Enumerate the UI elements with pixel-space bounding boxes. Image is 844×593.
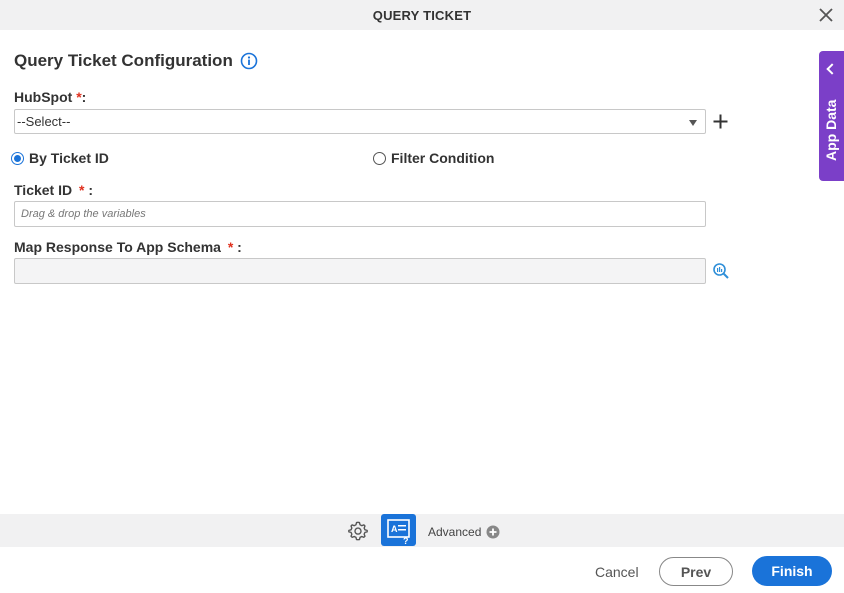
radio-filter-condition[interactable]: Filter Condition [373,150,494,166]
app-data-tab[interactable]: App Data [819,51,844,181]
svg-text:A: A [391,524,398,534]
map-response-label-text: Map Response To App Schema [14,239,221,255]
radio-by-ticket-id-label: By Ticket ID [29,150,109,166]
advanced-toggle[interactable]: Advanced [428,525,500,539]
radio-checked-icon [11,151,24,165]
plus-circle-icon [486,525,500,539]
cancel-button[interactable]: Cancel [595,564,639,580]
form-help-icon: A ? [387,519,410,546]
required-mark: * [79,182,85,198]
hubspot-select[interactable]: --Select-- [14,109,706,134]
advanced-label: Advanced [428,525,482,539]
ticket-id-input[interactable]: Drag & drop the variables [14,201,706,227]
ticket-id-placeholder: Drag & drop the variables [21,208,146,220]
label-colon: : [81,89,87,105]
ticket-id-label: Ticket ID * : [14,182,93,198]
label-colon: : [237,239,242,255]
schema-search-icon[interactable] [712,262,730,280]
dropdown-caret-icon [689,120,697,126]
prev-button[interactable]: Prev [659,557,733,586]
hubspot-label-text: HubSpot [14,89,73,105]
ticket-id-label-text: Ticket ID [14,182,73,198]
add-connection-icon[interactable] [712,113,729,130]
gear-icon[interactable] [347,520,369,542]
hubspot-selected-value: --Select-- [17,114,71,129]
radio-unchecked-icon [373,151,386,165]
page-title: Query Ticket Configuration [14,51,233,70]
hubspot-label: HubSpot *: [14,89,86,105]
label-colon: : [88,182,94,198]
app-data-label: App Data [823,99,839,161]
required-mark: * [227,239,234,255]
info-icon[interactable] [240,52,258,70]
svg-text:?: ? [403,536,409,546]
radio-filter-condition-label: Filter Condition [391,150,495,166]
window-title: QUERY TICKET [372,8,472,23]
form-schema-button[interactable]: A ? [381,514,416,546]
map-response-input[interactable] [14,258,706,284]
title-bar: QUERY TICKET [0,0,844,30]
radio-by-ticket-id[interactable]: By Ticket ID [11,150,109,166]
close-icon[interactable] [818,7,834,23]
finish-button[interactable]: Finish [752,556,832,586]
chevron-left-icon [826,63,838,75]
map-response-label: Map Response To App Schema * : [14,239,242,255]
footer-toolbar [0,514,844,547]
